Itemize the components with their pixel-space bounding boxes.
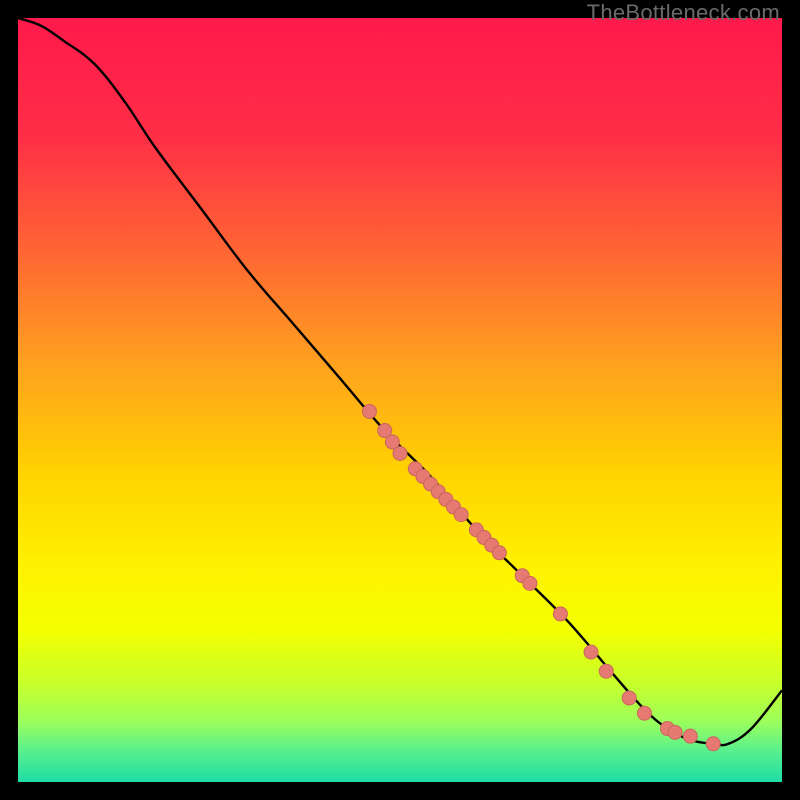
scatter-dot	[637, 706, 651, 720]
scatter-dot	[393, 446, 407, 460]
watermark-label: TheBottleneck.com	[587, 0, 780, 26]
scatter-dot	[553, 607, 567, 621]
scatter-dot	[454, 508, 468, 522]
scatter-dot	[599, 664, 613, 678]
scatter-dot	[362, 404, 376, 418]
scatter-dot	[706, 737, 720, 751]
chart-svg	[18, 18, 782, 782]
chart-plot-area	[18, 18, 782, 782]
scatter-dot	[668, 725, 682, 739]
chart-frame: TheBottleneck.com	[0, 0, 800, 800]
scatter-dot	[683, 729, 697, 743]
scatter-dot	[523, 576, 537, 590]
scatter-dot	[584, 645, 598, 659]
scatter-dot	[622, 691, 636, 705]
chart-background	[18, 18, 782, 782]
scatter-dot	[492, 546, 506, 560]
